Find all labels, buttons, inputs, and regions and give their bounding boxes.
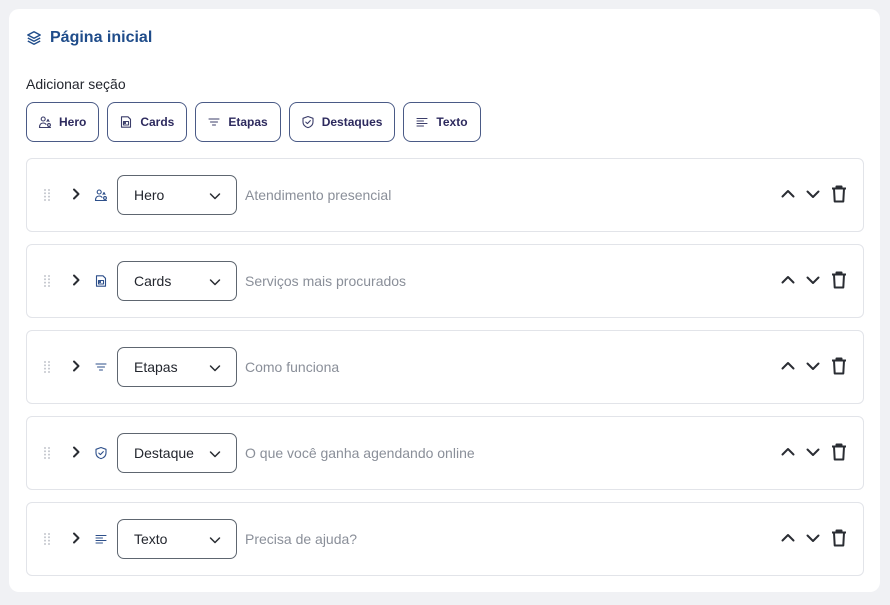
move-up-icon[interactable] [779, 271, 797, 289]
section-type-value: Hero [134, 187, 165, 203]
drag-handle-icon[interactable] [43, 360, 51, 374]
text-icon [94, 532, 108, 546]
section-type-value: Destaque [134, 445, 194, 461]
drag-handle-icon[interactable] [43, 446, 51, 460]
add-hero-button[interactable]: Hero [26, 102, 100, 142]
add-cards-button[interactable]: Cards [107, 102, 188, 142]
expand-chevron-icon[interactable] [68, 358, 84, 374]
move-up-icon[interactable] [779, 185, 797, 203]
section-list: Hero Atendimento presencial Cards Serviç… [26, 158, 864, 588]
trash-icon[interactable] [829, 270, 849, 290]
trash-icon[interactable] [829, 528, 849, 548]
add-cards-label: Cards [140, 115, 175, 129]
drag-handle-icon[interactable] [43, 532, 51, 546]
section-type-select[interactable]: Cards [117, 261, 237, 301]
section-type-value: Cards [134, 273, 172, 289]
trash-icon[interactable] [829, 442, 849, 462]
expand-chevron-icon[interactable] [68, 444, 84, 460]
section-type-select[interactable]: Etapas [117, 347, 237, 387]
add-text-label: Texto [436, 115, 468, 129]
layers-icon [26, 30, 42, 46]
section-row: Cards [26, 244, 864, 318]
move-up-icon[interactable] [779, 443, 797, 461]
move-down-icon[interactable] [804, 443, 822, 461]
add-hero-label: Hero [59, 115, 87, 129]
chevron-down-icon [208, 189, 222, 203]
move-down-icon[interactable] [804, 529, 822, 547]
add-steps-button[interactable]: Etapas [195, 102, 281, 142]
chevron-down-icon [208, 447, 222, 461]
add-section-label: Adicionar seção [26, 76, 126, 92]
cards-icon [119, 115, 133, 129]
section-row: Destaque [26, 416, 864, 490]
section-title-input[interactable] [245, 357, 745, 377]
chevron-down-icon [208, 275, 222, 289]
section-type-value: Texto [134, 531, 168, 547]
section-type-select[interactable]: Hero [117, 175, 237, 215]
add-section-buttons: Hero Cards Etapas Destaques Texto [26, 102, 489, 142]
hero-icon [38, 115, 52, 129]
add-highlights-button[interactable]: Destaques [288, 102, 396, 142]
section-type-value: Etapas [134, 359, 178, 375]
section-title-input[interactable] [245, 529, 745, 549]
chevron-down-icon [208, 361, 222, 375]
section-row: Hero [26, 158, 864, 232]
move-down-icon[interactable] [804, 185, 822, 203]
steps-icon [94, 360, 108, 374]
highlights-icon [94, 446, 108, 460]
trash-icon[interactable] [829, 184, 849, 204]
add-steps-label: Etapas [228, 115, 268, 129]
section-type-select[interactable]: Texto [117, 519, 237, 559]
section-title-input[interactable] [245, 271, 745, 291]
expand-chevron-icon[interactable] [68, 272, 84, 288]
drag-handle-icon[interactable] [43, 188, 51, 202]
add-text-button[interactable]: Texto [403, 102, 481, 142]
move-up-icon[interactable] [779, 357, 797, 375]
text-icon [415, 115, 429, 129]
expand-chevron-icon[interactable] [68, 530, 84, 546]
highlights-icon [301, 115, 315, 129]
move-down-icon[interactable] [804, 271, 822, 289]
panel-header: Página inicial [26, 28, 152, 48]
trash-icon[interactable] [829, 356, 849, 376]
expand-chevron-icon[interactable] [68, 186, 84, 202]
home-page-panel: Página inicial Adicionar seção Hero Card… [9, 9, 880, 592]
move-up-icon[interactable] [779, 529, 797, 547]
section-row: Etapas [26, 330, 864, 404]
section-type-select[interactable]: Destaque [117, 433, 237, 473]
hero-icon [94, 188, 108, 202]
move-down-icon[interactable] [804, 357, 822, 375]
cards-icon [94, 274, 108, 288]
section-title-input[interactable] [245, 443, 745, 463]
section-title-input[interactable] [245, 185, 745, 205]
drag-handle-icon[interactable] [43, 274, 51, 288]
chevron-down-icon [208, 533, 222, 547]
section-row: Texto [26, 502, 864, 576]
steps-icon [207, 115, 221, 129]
add-highlights-label: Destaques [321, 115, 383, 129]
page-title: Página inicial [50, 29, 153, 46]
